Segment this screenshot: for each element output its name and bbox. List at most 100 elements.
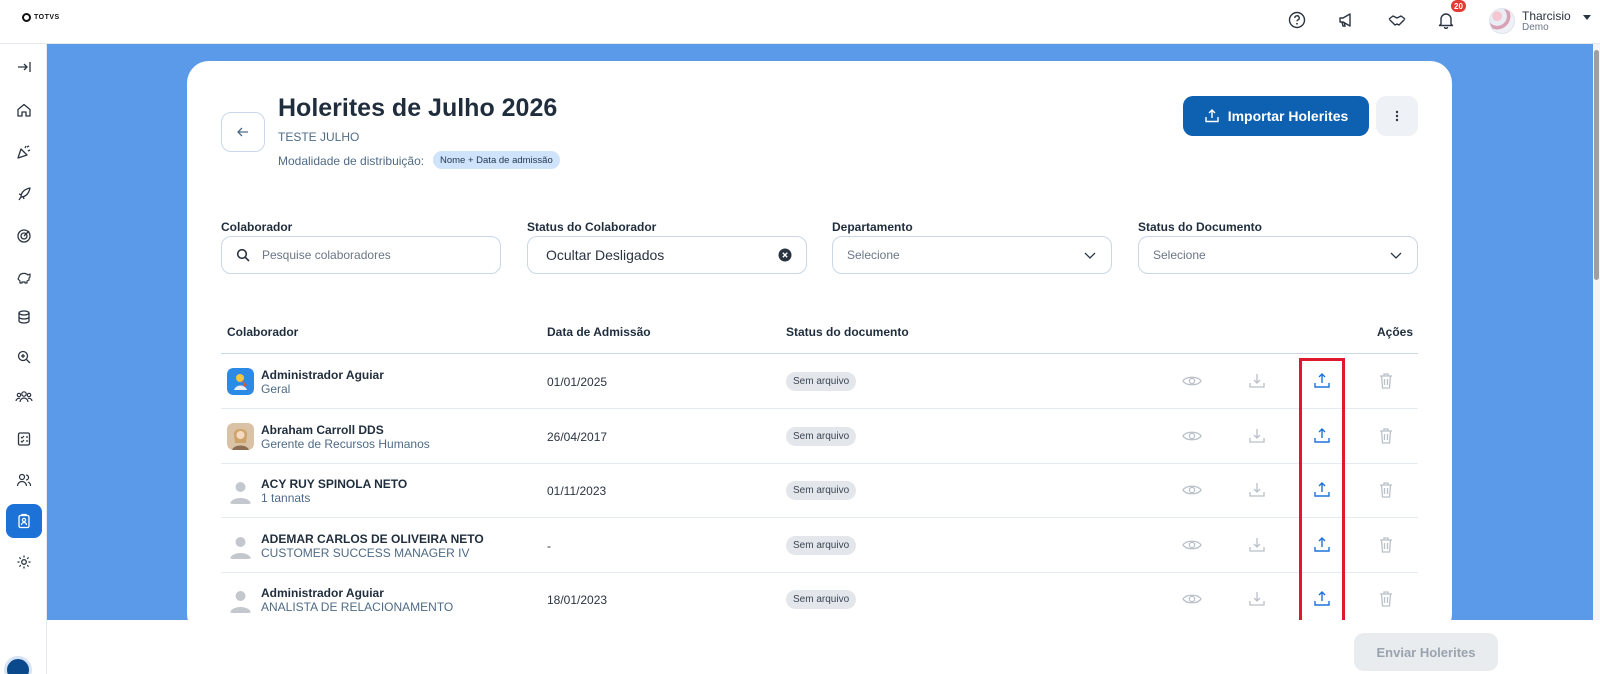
view-icon[interactable] [1181,588,1203,610]
chevron-down-icon [1390,252,1402,259]
view-icon[interactable] [1181,425,1203,447]
party-icon [17,145,31,159]
document-status-badge: Sem arquivo [786,427,857,446]
collaborator-role: Geral [261,382,291,396]
trash-icon[interactable] [1375,425,1397,447]
distribution-modality-label: Modalidade de distribuição: [278,154,425,168]
gear-icon [17,555,31,569]
people-icon [16,473,32,487]
user-avatar[interactable] [1489,8,1515,34]
page-title: Holerites de Julho 2026 [278,94,558,122]
admission-date: 26/04/2017 [547,430,608,444]
trash-icon[interactable] [1375,588,1397,610]
collaborator-avatar [227,423,254,450]
view-icon[interactable] [1181,479,1203,501]
download-icon[interactable] [1246,370,1268,392]
sidebar-item-launch[interactable] [6,177,42,211]
sidebar-item-goals[interactable] [6,219,42,253]
rocket-icon [18,187,31,201]
view-icon[interactable] [1181,370,1203,392]
piggy-bank-icon [17,272,31,284]
department-select[interactable]: Selecione [832,236,1112,274]
support-avatar[interactable] [4,656,32,674]
filter-label-collaborator-status: Status do Colaborador [527,220,657,234]
document-status-badge: Sem arquivo [786,372,857,391]
sidebar [0,44,47,674]
collaborator-role: Gerente de Recursos Humanos [261,437,430,451]
user-subtitle: Demo [1522,22,1549,33]
sidebar-item-expand[interactable] [6,50,42,84]
logo-mark-icon [22,13,31,22]
upload-icon [1205,109,1219,123]
more-options-button[interactable] [1376,96,1418,136]
import-payslips-button[interactable]: Importar Holerites [1183,96,1369,136]
column-header-actions: Ações [1377,325,1414,339]
top-bar: TOTVS 20 Tharcisio Demo [0,0,1600,44]
table-row: ADEMAR CARLOS DE OLIVEIRA NETO CUSTOMER S… [221,518,1418,573]
page-subtitle: TESTE JULHO [278,130,360,144]
filter-label-document-status: Status do Documento [1138,220,1263,234]
sidebar-item-search[interactable] [6,340,42,374]
column-header-document-status: Status do documento [786,325,909,339]
totvs-logo[interactable]: TOTVS [22,13,60,22]
user-menu-caret-icon[interactable] [1583,15,1591,20]
notification-badge[interactable]: 20 [1451,0,1466,12]
sidebar-item-payslips[interactable] [6,504,42,538]
collaborator-name: ACY RUY SPINOLA NETO [261,477,408,491]
scrollbar-thumb[interactable] [1594,50,1599,280]
import-payslips-label: Importar Holerites [1227,108,1349,124]
back-button[interactable] [221,112,265,152]
sidebar-item-settings[interactable] [6,545,42,579]
home-icon [17,103,31,117]
column-header-admission-date: Data de Admissão [547,325,651,339]
document-status-placeholder: Selecione [1153,248,1206,262]
view-icon[interactable] [1181,534,1203,556]
collaborator-status-value: Ocultar Desligados [546,247,665,263]
send-payslips-button[interactable]: Enviar Holerites [1354,633,1498,671]
target-icon [17,229,31,243]
collaborator-search-input[interactable]: Pesquise colaboradores [221,236,501,274]
trash-icon[interactable] [1375,534,1397,556]
filter-label-department: Departamento [832,220,913,234]
collaborator-role: CUSTOMER SUCCESS MANAGER IV [261,546,470,560]
handshake-icon[interactable] [1385,8,1409,32]
sidebar-item-teams[interactable] [6,380,42,414]
megaphone-icon[interactable] [1334,8,1358,32]
table-row: Administrador Aguiar Geral 01/01/2025 Sem a… [221,354,1418,409]
sidebar-item-home[interactable] [6,93,42,127]
chevron-down-icon [1084,252,1096,259]
document-status-select[interactable]: Selecione [1138,236,1418,274]
admission-date: 01/11/2023 [547,484,607,498]
logo-text: TOTVS [34,14,60,21]
sidebar-item-benefits[interactable] [6,260,42,294]
user-name[interactable]: Tharcisio [1522,9,1571,23]
sidebar-item-people[interactable] [6,463,42,497]
filter-label-collaborator: Colaborador [221,220,293,234]
table-row: Administrador Aguiar ANALISTA DE RELACION… [221,572,1418,627]
trash-icon[interactable] [1375,370,1397,392]
clear-icon[interactable] [778,248,792,262]
sidebar-item-database[interactable] [6,300,42,334]
column-header-collaborator: Colaborador [227,325,299,339]
collaborator-avatar [227,477,254,504]
download-icon[interactable] [1246,479,1268,501]
admission-date: 01/01/2025 [547,375,608,389]
document-status-badge: Sem arquivo [786,590,857,609]
download-icon[interactable] [1246,425,1268,447]
sidebar-item-celebrate[interactable] [6,135,42,169]
download-icon[interactable] [1246,588,1268,610]
checklist-icon [17,432,31,446]
sidebar-item-checklist[interactable] [6,422,42,456]
search-icon [236,248,250,262]
table-row: ACY RUY SPINOLA NETO 1 tannats 01/11/2023 S… [221,463,1418,518]
download-icon[interactable] [1246,534,1268,556]
document-status-badge: Sem arquivo [786,536,857,555]
collaborator-status-select[interactable]: Ocultar Desligados [527,236,807,274]
collaborator-role: 1 tannats [261,491,311,505]
help-icon[interactable] [1285,8,1309,32]
collaborator-name: ADEMAR CARLOS DE OLIVEIRA NETO [261,532,484,546]
zoom-icon [17,350,31,364]
document-status-badge: Sem arquivo [786,481,857,500]
collaborator-avatar [227,532,254,559]
trash-icon[interactable] [1375,479,1397,501]
